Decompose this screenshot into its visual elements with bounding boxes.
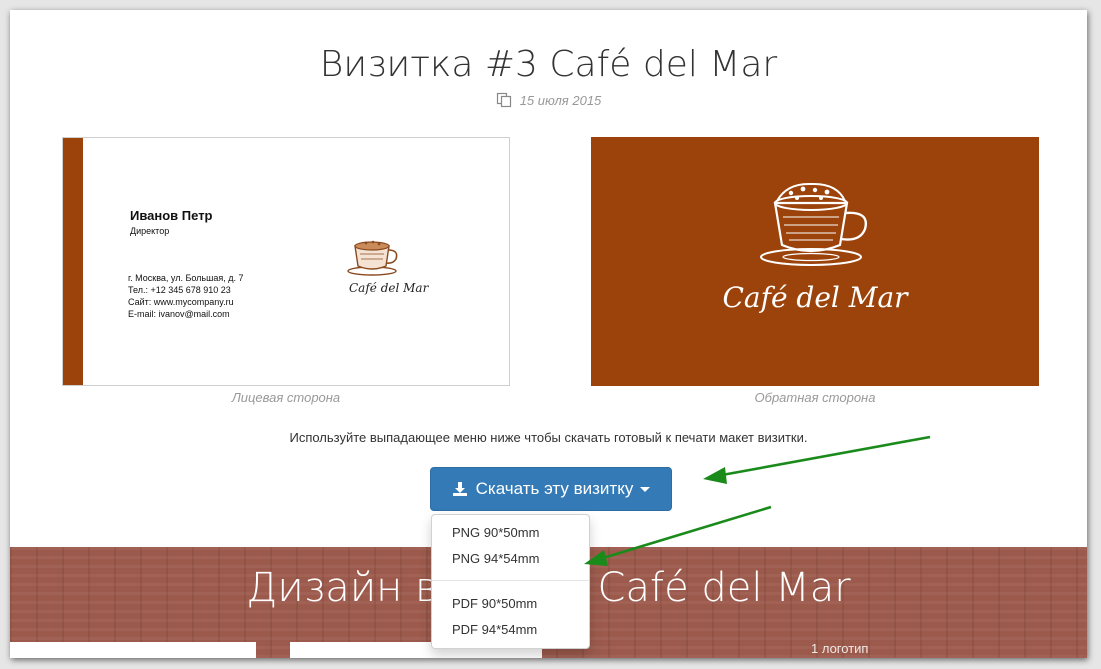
- date-text: 15 июля 2015: [519, 93, 602, 108]
- page-frame: Визитка #3 Café del Mar 15 июля 2015 Ива…: [10, 10, 1087, 658]
- menu-item-pdf-90x50[interactable]: PDF 90*50mm: [452, 596, 537, 611]
- caret-down-icon: [640, 486, 651, 492]
- copy-icon: [496, 92, 511, 108]
- page-title: Визитка #3 Café del Mar: [319, 44, 778, 85]
- download-card-button[interactable]: Скачать эту визитку: [430, 467, 672, 511]
- design-section-note: 1 логотип: [811, 641, 869, 656]
- card-role: Директор: [130, 226, 170, 236]
- card-contacts: г. Москва, ул. Большая, д. 7 Тел.: +12 3…: [128, 272, 243, 320]
- card-stripe: [63, 138, 83, 385]
- download-dropdown-menu: PNG 90*50mm PNG 94*54mm PDF 90*50mm PDF …: [431, 514, 590, 649]
- back-caption: Обратная сторона: [754, 390, 876, 405]
- download-button-label: Скачать эту визитку: [475, 479, 634, 498]
- menu-divider: [432, 580, 589, 581]
- card-logo-text: Café del Mar: [349, 281, 429, 295]
- front-caption: Лицевая сторона: [231, 390, 341, 405]
- card-address: г. Москва, ул. Большая, д. 7: [128, 273, 244, 283]
- card-back-logo-text: Café del Mar: [722, 281, 908, 314]
- card-phone: Тел.: +12 345 678 910 23: [128, 285, 231, 295]
- card-site: Сайт: www.mycompany.ru: [128, 297, 234, 307]
- design-panel: [10, 642, 256, 658]
- download-icon: [452, 482, 467, 496]
- download-instruction: Используйте выпадающее меню ниже чтобы с…: [289, 430, 808, 445]
- card-front-preview: Иванов Петр Директор г. Москва, ул. Боль…: [62, 137, 510, 386]
- menu-item-pdf-94x54[interactable]: PDF 94*54mm: [452, 622, 537, 637]
- card-email: E-mail: ivanov@mail.com: [128, 309, 230, 319]
- card-name: Иванов Петр: [130, 208, 213, 223]
- menu-item-png-94x54[interactable]: PNG 94*54mm: [452, 551, 539, 566]
- post-date: 15 июля 2015: [10, 92, 1087, 108]
- card-back-preview: Café del Mar: [591, 137, 1039, 386]
- coffee-cup-icon: [760, 182, 867, 266]
- coffee-cup-icon: [347, 240, 398, 276]
- menu-item-png-90x50[interactable]: PNG 90*50mm: [452, 525, 539, 540]
